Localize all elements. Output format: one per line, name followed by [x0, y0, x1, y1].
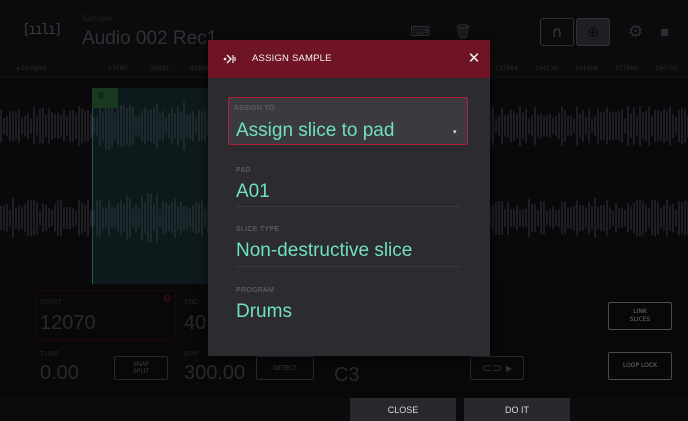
assign-to-value: Assign slice to pad — [236, 120, 395, 141]
chevron-down-icon: ▾ — [453, 128, 457, 136]
assign-to-label: ASSIGN TO — [234, 105, 275, 112]
slice-assign-icon — [222, 51, 238, 67]
close-icon[interactable]: ✕ — [465, 49, 483, 67]
dialog-header: ASSIGN SAMPLE ✕ — [208, 40, 490, 78]
program-field[interactable]: Drums — [236, 301, 292, 323]
slice-type-label: SLICE TYPE — [236, 226, 280, 233]
pad-label: PAD — [236, 167, 251, 174]
pad-field[interactable]: A01 — [236, 181, 270, 203]
divider — [236, 266, 460, 267]
slice-type-field[interactable]: Non-destructive slice — [236, 240, 412, 262]
dialog-title: ASSIGN SAMPLE — [252, 53, 332, 64]
do-it-button[interactable]: DO IT — [464, 398, 570, 421]
divider — [236, 206, 460, 207]
bottom-bar: CLOSE DO IT — [0, 398, 688, 421]
sample-edit-screen: [ıılı] Sample Audio 002 Rec1 ⌨ 🗑 ∩ ⊕ ⚙ ▪… — [0, 0, 688, 421]
close-button[interactable]: CLOSE — [350, 398, 456, 421]
assign-sample-dialog: ASSIGN SAMPLE ✕ ASSIGN TO Assign slice t… — [208, 40, 490, 356]
program-label: PROGRAM — [236, 287, 275, 294]
